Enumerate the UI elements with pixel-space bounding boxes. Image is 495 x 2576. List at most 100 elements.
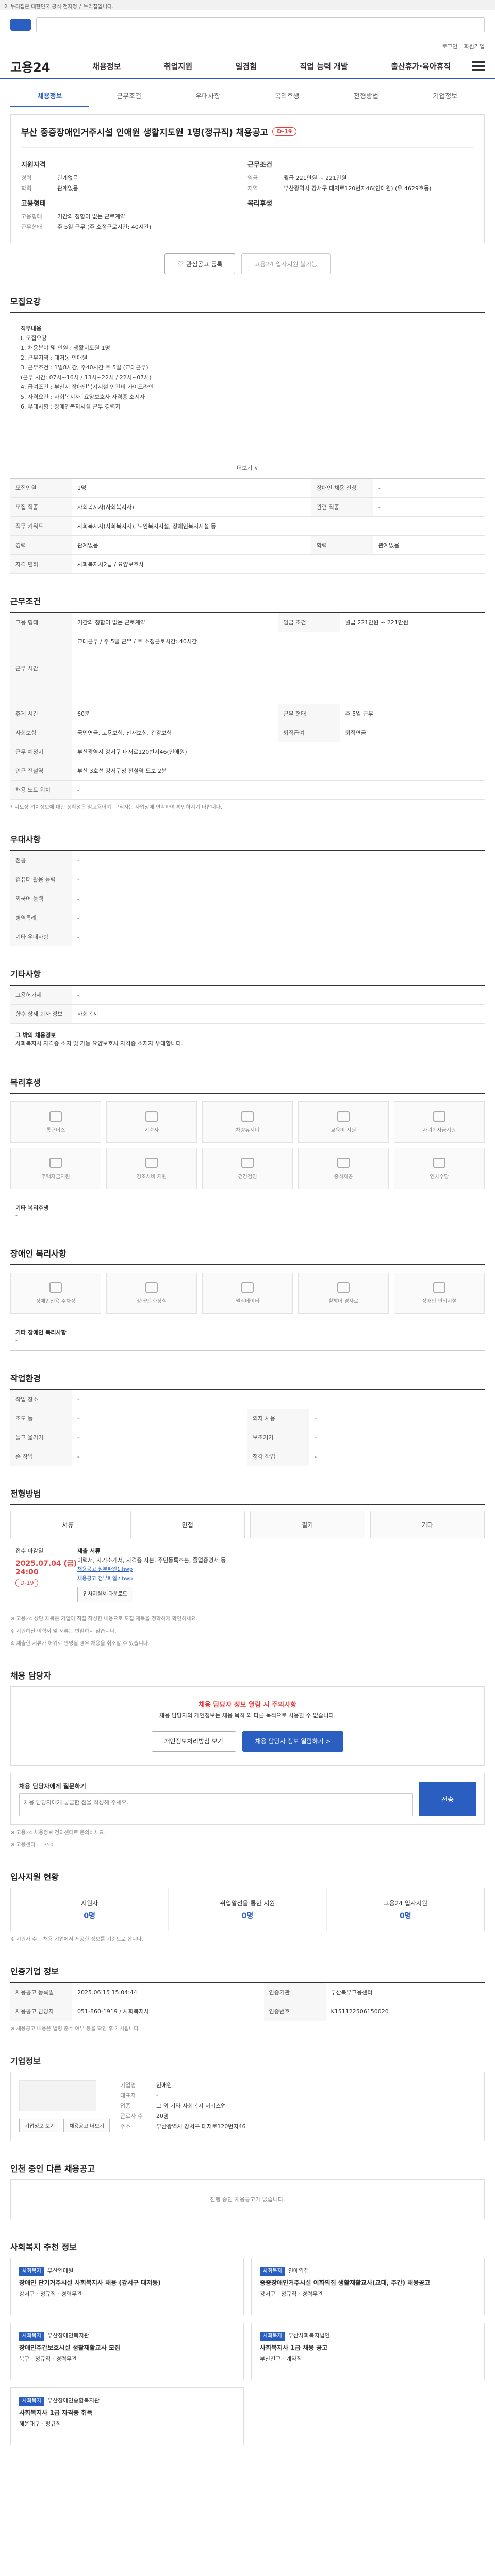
manage-box: 채용공고 등록일 2025.06.15 15:04:44 인증기관 부산북부고용센터 … [10, 1982, 485, 2033]
attachment-link[interactable]: 채용공고 첨부파일2.hwp [77, 1574, 480, 1584]
apply-status-note: ※ 지원자 수는 채용 기업에서 제공한 정보를 기준으로 합니다. [10, 1937, 143, 1942]
apply-stats: 지원자 0명 취업알선을 통한 지원 0명 고용24 입사지원 0명 [10, 1888, 485, 1931]
row-value: 사회복지사(사회복지사) [72, 497, 311, 517]
row-value: 퇴직연금 [340, 723, 485, 742]
tab-recruit[interactable]: 채용정보 [10, 86, 90, 107]
row-value: 60분 [72, 704, 278, 723]
company-industry-label: 업종 [120, 2103, 131, 2109]
row-value: - [72, 851, 485, 870]
nav-item-jobs[interactable]: 채용정보 [92, 61, 121, 72]
stat-label: 지원자 [81, 1900, 98, 1907]
nav-item-support[interactable]: 취업지원 [164, 61, 192, 72]
tab-company[interactable]: 기업정보 [406, 86, 485, 107]
area-label: 지역 [248, 185, 258, 192]
row-label: 모집 직종 [10, 497, 72, 517]
row-value: 사회복지 [72, 1004, 485, 1024]
env-section-title: 작업환경 [10, 1374, 41, 1383]
nav-item-leave[interactable]: 출산휴가·육아휴직 [391, 61, 451, 72]
welfare-note-value: - [15, 1212, 18, 1218]
table-row: 병역특례 - [10, 908, 485, 927]
row-label: 채용공고 담당자 [10, 2002, 72, 2021]
extra-text: 사회복지사 자격증 소지 및 가능 요양보호사 자격증 소지자 우대합니다. [15, 1040, 183, 1047]
company-addr: 부산광역시 강서구 대저로120번지46 [156, 2123, 246, 2130]
row-label: 채용 노트 위치 [10, 780, 72, 800]
recommend-card[interactable]: 사회복지 부산장애인복지관 장애인주간보호시설 생활재활교사 모집 북구 · 정규직 … [10, 2323, 244, 2380]
row-value: K151122506150020 [325, 2002, 485, 2021]
job-content: 직무내용 Ⅰ. 모집요강 1. 채용분야 및 인원 : 생활지도원 1명 2. … [10, 313, 485, 457]
apply-button[interactable]: 고용24 입사지원 불가능 [241, 253, 331, 274]
row-label: 전공 [10, 851, 72, 870]
save-posting-label: 관심공고 등록 [186, 260, 223, 268]
tab-method[interactable]: 전형방법 [326, 86, 405, 107]
table-row: 채용 노트 위치 - [10, 780, 485, 800]
card-meta: 북구 · 정규직 · 경력무관 [19, 2355, 77, 2362]
heart-icon: ♡ [177, 260, 184, 267]
recommend-card[interactable]: 사회복지 부산인애원 장애인 단기거주시설 사회복지사 채용 (강서구 대저동) 강서… [10, 2258, 244, 2315]
row-label: 퇴직급여 [278, 723, 340, 742]
tab-prefer[interactable]: 우대사항 [169, 86, 248, 107]
menu-icon[interactable] [472, 61, 485, 71]
welfare-item-label: 기숙사 [144, 1127, 159, 1133]
row-value: - [72, 1409, 248, 1428]
work-box: 고용 형태 기간의 정함이 없는 근로계약 임금 조건 월급 221만원 ~ 221만… [10, 612, 485, 812]
signup-link[interactable]: 회원가입 [464, 42, 485, 50]
recommend-card[interactable]: 사회복지 부산장애인종합복지관 사회복지사 1급 자격증 취득 해운대구 · 정규직 [10, 2387, 244, 2445]
tab-work[interactable]: 근무조건 [89, 86, 168, 107]
main-nav: 고용24 채용정보 취업지원 일경험 직업 능력 개발 출산휴가·육아휴직 [0, 54, 495, 79]
row-value: - [72, 780, 485, 800]
row-value: 관계없음 [373, 535, 485, 555]
health-icon [241, 1157, 254, 1168]
privacy-policy-button[interactable]: 개인정보처리방침 보기 [151, 1731, 236, 1752]
site-brand[interactable]: 고용24 [10, 57, 51, 75]
row-label: 기타 우대사항 [10, 927, 72, 946]
row-label: 근무 시간 [10, 632, 72, 704]
card-title: 사회복지사 1급 자격증 취득 [19, 2409, 93, 2416]
welfare-section-title: 복리후생 [10, 1078, 41, 1088]
contact-note: ※ 고용센터 : 1350 [10, 1842, 54, 1848]
welfare-item: 통근버스 [10, 1101, 101, 1143]
stat-item: 취업알선을 통한 지원 0명 [169, 1888, 327, 1931]
welfare-item: 주택자금지원 [10, 1148, 101, 1189]
stat-item: 지원자 0명 [11, 1888, 169, 1931]
card-tag: 사회복지 [260, 2267, 285, 2276]
row-value: 부산 3호선 강서구청 전철역 도보 2분 [72, 761, 485, 781]
disabled-box: 장애인전용 주차장 장애인 화장실 엘리베이터 휠체어 경사로 장애인 편의시설… [10, 1264, 485, 1351]
tab-welfare[interactable]: 복리후생 [248, 86, 326, 107]
row-label: 인증기관 [263, 1983, 326, 2002]
company-jobs-button[interactable]: 채용공고 더보기 [63, 2119, 110, 2132]
recruit-box: 직무내용 Ⅰ. 모집요강 1. 채용분야 및 인원 : 생활지도원 1명 2. … [10, 312, 485, 574]
download-form-button[interactable]: 입사지원서 다운로드 [77, 1587, 133, 1602]
book-icon [337, 1111, 350, 1122]
recruit-table: 모집인원 1명 장애인 채용 신청 - 모집 직종 사회복지사(사회복지사) 관련 직종 -… [10, 479, 485, 574]
company-info-button[interactable]: 기업정보 보기 [19, 2119, 61, 2132]
disabled-item: 장애인전용 주차장 [10, 1273, 101, 1314]
attachment-link[interactable]: 채용공고 첨부파일1.hwp [77, 1565, 480, 1574]
recruit-section-title: 모집요강 [10, 297, 41, 307]
wage-value: 월급 221만원 ~ 221만원 [284, 175, 347, 181]
table-row: 전공 - [10, 851, 485, 870]
env-box: 작업 장소 - 조도 등 - 의자 사용 - 들고 옮기기 - 보조기기 - 손 작업 - 청각 … [10, 1389, 485, 1466]
save-posting-button[interactable]: ♡ 관심공고 등록 [164, 253, 236, 274]
recommend-card[interactable]: 사회복지 부산사회복지법인 사회복지사 1급 채용 공고 부산진구 · 계약직 [251, 2323, 485, 2380]
login-link[interactable]: 로그인 [442, 42, 457, 50]
search-input[interactable] [36, 16, 485, 32]
logo-icon[interactable] [10, 18, 31, 31]
contact-note: ※ 고용24 채용정보 건의센터로 문의하세요. [10, 1830, 106, 1836]
car-icon [241, 1111, 254, 1122]
recommend-card[interactable]: 사회복지 인애의집 중증장애인거주시설 이화의집 생활재활교사(교대, 주간) 채용… [251, 2258, 485, 2315]
more-button[interactable]: 더보기 ∨ [10, 457, 485, 479]
nav-item-experience[interactable]: 일경험 [236, 61, 257, 72]
view-contact-button[interactable]: 채용 담당자 정보 열람하기 > [242, 1731, 344, 1752]
welfare-item: 연차수당 [394, 1148, 485, 1189]
disabled-note-title: 기타 장애인 복리사항 [15, 1329, 67, 1336]
question-submit-button[interactable]: 전송 [419, 1782, 476, 1816]
disabled-item: 엘리베이터 [202, 1273, 293, 1314]
related-section-title: 인천 중인 다른 채용공고 [10, 2164, 95, 2174]
disabled-item: 휠체어 경사로 [298, 1273, 389, 1314]
question-input[interactable] [19, 1793, 413, 1816]
stat-item: 고용24 입사지원 0명 [327, 1888, 484, 1931]
elevator-icon [241, 1282, 254, 1293]
nav-item-training[interactable]: 직업 능력 개발 [300, 61, 348, 72]
row-label: 고용허가제 [10, 986, 72, 1005]
extra-title: 그 밖의 채용정보 [15, 1032, 56, 1039]
